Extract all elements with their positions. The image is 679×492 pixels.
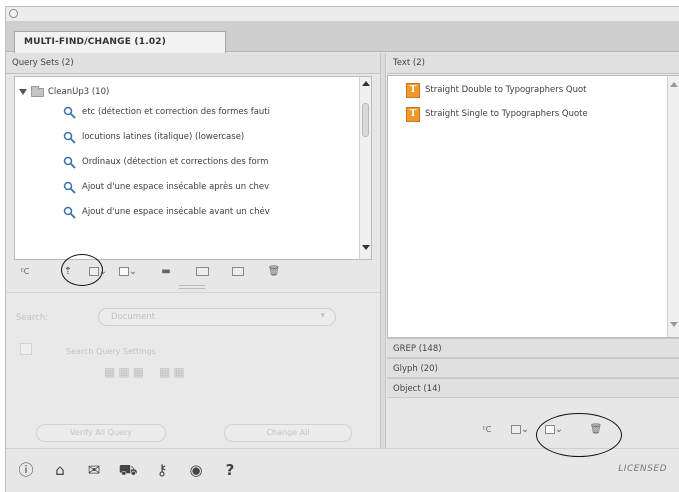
query-sets-list[interactable]: CleanUp3 (10) etc (détection et correcti… — [14, 76, 372, 260]
settings-icons: ▦ ▦ ▦ ▦ ▦ — [104, 365, 185, 379]
query-item[interactable]: Ajout d'une espace insécable après un ch… — [63, 177, 269, 197]
text-sets-header[interactable]: Text (2) — [387, 53, 679, 74]
text-query-icon: T — [406, 106, 420, 122]
close-panel-button[interactable] — [9, 9, 18, 18]
query-item-label: Ajout d'une espace insécable avant un ch… — [82, 207, 270, 217]
query-item[interactable]: etc (détection et correction des formes … — [63, 102, 270, 122]
text-options-menu-icon[interactable]: ᴱC — [478, 422, 496, 436]
text-query-icon: T — [406, 82, 420, 98]
options-menu-icon[interactable]: ᴱC — [16, 264, 34, 278]
resize-grip[interactable] — [179, 285, 205, 289]
panel-title-strip — [6, 7, 679, 22]
duplicate-icon[interactable] — [228, 264, 248, 278]
pane-divider[interactable] — [380, 53, 386, 448]
chevron-down-icon[interactable]: ▾ — [320, 311, 325, 321]
folder-icon — [31, 85, 44, 97]
word-icon[interactable]: ▦ — [118, 365, 129, 379]
folder-label: CleanUp3 (10) — [48, 87, 110, 97]
scroll-thumb[interactable] — [362, 103, 369, 137]
query-icon — [63, 106, 76, 119]
case-icon[interactable]: ▦ — [104, 365, 115, 379]
tab-multi-find-change[interactable]: MULTI-FIND/CHANGE (1.02) — [14, 31, 226, 53]
info-icon[interactable]: ⓘ — [16, 460, 36, 480]
query-list-scrollbar[interactable] — [359, 77, 371, 259]
change-all-button[interactable]: Change All — [224, 424, 352, 442]
locked-layers-icon[interactable]: ▦ — [133, 365, 144, 379]
query-sets-header[interactable]: Query Sets (2) — [6, 53, 380, 74]
scroll-down-icon[interactable] — [362, 245, 370, 250]
section-glyph[interactable]: Glyph (20) — [387, 358, 679, 378]
scroll-up-icon[interactable] — [362, 81, 370, 86]
text-item[interactable]: T Straight Single to Typographers Quote — [406, 104, 588, 124]
annotation-circle-right — [536, 413, 622, 457]
key-icon[interactable]: ⚷ — [152, 460, 172, 480]
settings-label: Search Query Settings — [66, 347, 156, 356]
text-sets-list[interactable]: T Straight Double to Typographers Quot T St… — [387, 75, 679, 338]
section-grep[interactable]: GREP (148) — [387, 338, 679, 358]
hidden-layers-icon[interactable]: ▦ — [159, 365, 170, 379]
eye-icon[interactable]: ◉ — [186, 460, 206, 480]
new-query-menu-icon[interactable]: ⌄ — [116, 264, 140, 278]
query-item-label: locutions latines (italique) (lowercase) — [82, 132, 245, 142]
search-value: Document — [111, 312, 156, 322]
search-label: Search: — [16, 313, 49, 323]
query-icon — [63, 206, 76, 219]
text-item-label: Straight Double to Typographers Quot — [425, 85, 587, 95]
help-icon[interactable]: ? — [220, 460, 240, 480]
open-folder-icon[interactable]: ▬ — [156, 264, 176, 278]
disclosure-triangle-icon[interactable] — [19, 89, 27, 95]
text-scroll-up-icon[interactable] — [670, 82, 678, 87]
search-dropdown[interactable]: Document ▾ — [98, 308, 336, 326]
query-item[interactable]: locutions latines (italique) (lowercase) — [63, 127, 244, 147]
annotation-circle-left — [61, 254, 103, 286]
tab-bar: MULTI-FIND/CHANGE (1.02) — [6, 22, 679, 53]
query-sets-toolbar: ᴱC ⇡ ⌄ ⌄ ▬ 🗑 — [16, 260, 284, 282]
section-object[interactable]: Object (14) — [387, 378, 679, 398]
query-item-label: etc (détection et correction des formes … — [82, 107, 270, 117]
query-icon — [63, 131, 76, 144]
text-scroll-down-icon[interactable] — [670, 322, 678, 327]
settings-checkbox[interactable] — [20, 343, 32, 355]
text-list-scrollbar[interactable] — [667, 76, 679, 337]
trash-icon[interactable]: 🗑 — [264, 264, 284, 278]
cart-icon[interactable]: ⛟ — [118, 460, 138, 480]
home-icon[interactable]: ⌂ — [50, 460, 70, 480]
query-item-label: Ordinaux (détection et corrections des f… — [82, 157, 269, 167]
text-item-label: Straight Single to Typographers Quote — [425, 109, 588, 119]
master-pages-icon[interactable]: ▦ — [173, 365, 184, 379]
search-area: Search: Document ▾ Search Query Settings… — [6, 292, 380, 448]
query-icon — [63, 181, 76, 194]
text-new-set-menu-icon[interactable]: ⌄ — [508, 422, 532, 436]
folder-row-cleanup[interactable]: CleanUp3 (10) — [19, 82, 109, 102]
query-item[interactable]: Ajout d'une espace insécable avant un ch… — [63, 202, 270, 222]
new-folder-icon[interactable] — [192, 264, 212, 278]
verify-all-query-button[interactable]: Verify All Query — [36, 424, 166, 442]
licensed-label: LICENSED — [618, 464, 667, 474]
text-item[interactable]: T Straight Double to Typographers Quot — [406, 80, 587, 100]
query-icon — [63, 156, 76, 169]
query-item-label: Ajout d'une espace insécable après un ch… — [82, 182, 270, 192]
query-item[interactable]: Ordinaux (détection et corrections des f… — [63, 152, 268, 172]
mail-icon[interactable]: ✉ — [84, 460, 104, 480]
